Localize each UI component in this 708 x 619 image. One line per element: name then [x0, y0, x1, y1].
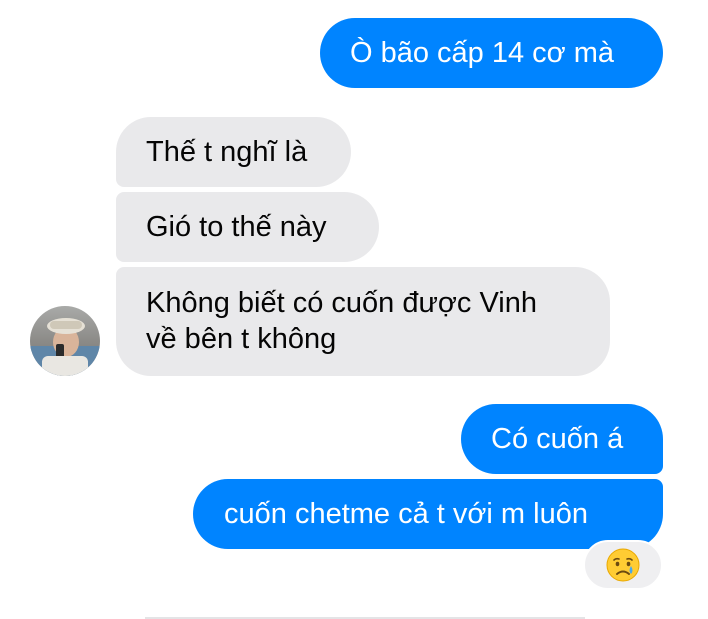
received-message-bubble[interactable]: Không biết có cuốn được Vinh về bên t kh…	[116, 267, 610, 376]
sent-message-bubble[interactable]: cuốn chetme cả t với m luôn	[193, 479, 663, 549]
sent-message-bubble[interactable]: Có cuốn á	[461, 404, 663, 474]
received-message-bubble[interactable]: Gió to thế này	[116, 192, 379, 262]
message-text-line: Không biết có cuốn được Vinh	[146, 287, 537, 319]
received-message-bubble[interactable]: Thế t nghĩ là	[116, 117, 351, 187]
message-reaction[interactable]	[583, 540, 663, 590]
message-text-line: về bên t không	[146, 323, 337, 355]
contact-avatar[interactable]	[30, 306, 100, 376]
message-text: Gió to thế này	[146, 211, 327, 243]
sent-message-bubble[interactable]: Ò bão cấp 14 cơ mà	[320, 18, 663, 88]
message-text: Ò bão cấp 14 cơ mà	[350, 37, 615, 69]
message-text: Có cuốn á	[491, 423, 624, 455]
avatar-photo	[30, 306, 100, 376]
crying-face-icon	[606, 548, 640, 582]
message-text: cuốn chetme cả t với m luôn	[224, 498, 588, 530]
message-text: Thế t nghĩ là	[146, 136, 308, 168]
chat-thread: Ò bão cấp 14 cơ mà Thế t nghĩ là Gió to …	[0, 0, 708, 619]
